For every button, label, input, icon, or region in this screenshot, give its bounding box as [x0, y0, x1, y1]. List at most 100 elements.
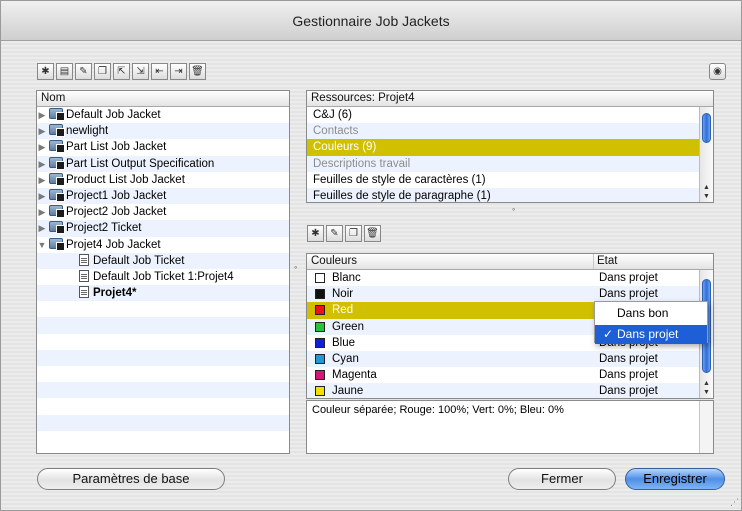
- help-icon[interactable]: ◉: [709, 63, 726, 80]
- tree-item-label: Project2 Job Jacket: [66, 206, 167, 219]
- resource-item[interactable]: C&J (6): [307, 107, 699, 123]
- resource-item[interactable]: Contacts: [307, 123, 699, 140]
- tree-empty-row: [37, 317, 289, 334]
- tree-item-label: Project2 Ticket: [66, 222, 142, 235]
- color-name: Blanc: [332, 272, 361, 284]
- resources-scroll-arrows[interactable]: ▲ ▼: [700, 183, 713, 201]
- tree-item[interactable]: ▶ Project2 Job Jacket: [37, 204, 289, 220]
- color-row[interactable]: CyanDans projet⬍: [307, 350, 706, 368]
- new-ticket-icon[interactable]: ▤: [56, 63, 73, 80]
- disclosure-closed-icon[interactable]: ▶: [37, 107, 47, 123]
- popup-option[interactable]: Dans bon: [595, 304, 707, 323]
- tree-item[interactable]: Default Job Ticket: [37, 252, 289, 269]
- tree-empty-row: [37, 382, 289, 399]
- tree-item[interactable]: ▶ Default Job Jacket: [37, 107, 289, 123]
- resource-item[interactable]: Descriptions travail: [307, 155, 699, 172]
- color-row[interactable]: MagentaDans projet⬍: [307, 367, 706, 383]
- color-name: Green: [332, 320, 364, 333]
- tree-item[interactable]: ▶ newlight: [37, 123, 289, 140]
- color-swatch: [315, 386, 325, 397]
- description-scrollbar[interactable]: [699, 401, 713, 453]
- resize-grip[interactable]: ⋰: [730, 497, 739, 508]
- edit-color-icon[interactable]: ✎: [326, 225, 343, 242]
- tree-item[interactable]: ▶ Product List Job Jacket: [37, 172, 289, 188]
- disclosure-closed-icon[interactable]: ▶: [37, 204, 47, 220]
- disclosure-closed-icon[interactable]: ▶: [37, 172, 47, 188]
- new-job-jacket-icon[interactable]: ✱: [37, 63, 54, 80]
- tree-item[interactable]: Projet4*: [37, 285, 289, 302]
- column-divider: [593, 254, 594, 269]
- close-file-icon[interactable]: ⇲: [132, 63, 149, 80]
- color-name: Jaune: [332, 385, 364, 398]
- duplicate-color-icon[interactable]: ❐: [345, 225, 362, 242]
- color-name: Noir: [332, 288, 354, 301]
- delete-icon[interactable]: 🗑: [189, 63, 206, 80]
- duplicate-icon[interactable]: ❐: [94, 63, 111, 80]
- vertical-splitter[interactable]: ◦: [294, 262, 297, 272]
- color-swatch: [315, 353, 325, 364]
- job-jacket-icon: [49, 237, 65, 251]
- tree-item-label: Projet4*: [93, 287, 137, 300]
- tree-item[interactable]: ▼ Projet4 Job Jacket: [37, 237, 289, 253]
- delete-color-icon[interactable]: 🗑: [364, 225, 381, 242]
- tree-item[interactable]: ▶ Project1 Job Jacket: [37, 187, 289, 205]
- color-swatch: [315, 289, 325, 300]
- job-jacket-icon: [49, 140, 65, 154]
- job-jacket-icon: [49, 221, 65, 235]
- color-swatch: [315, 321, 325, 332]
- export-icon[interactable]: ⇥: [170, 63, 187, 80]
- new-color-icon[interactable]: ✱: [307, 225, 324, 242]
- color-state[interactable]: Dans projet: [599, 351, 658, 367]
- disclosure-closed-icon[interactable]: ▶: [37, 156, 47, 172]
- close-button[interactable]: Fermer: [508, 468, 616, 490]
- color-state[interactable]: Dans projet: [599, 286, 658, 302]
- colors-toolbar: ✱ ✎ ❐ 🗑: [307, 225, 381, 242]
- tree-item[interactable]: ▶ Project2 Ticket: [37, 220, 289, 237]
- job-jacket-icon: [49, 156, 65, 170]
- color-state[interactable]: Dans projet: [599, 367, 658, 383]
- resources-body: C&J (6) Contacts Couleurs (9) Descriptions …: [307, 107, 699, 202]
- disclosure-closed-icon[interactable]: ▶: [37, 139, 47, 155]
- tree-item[interactable]: ▶ Part List Output Specification: [37, 155, 289, 172]
- popup-option[interactable]: ✓ Dans projet: [595, 325, 707, 344]
- job-jacket-icon: [49, 205, 65, 219]
- colors-scroll-arrows[interactable]: ▲ ▼: [700, 379, 713, 397]
- edit-icon[interactable]: ✎: [75, 63, 92, 80]
- save-button[interactable]: Enregistrer: [625, 468, 725, 490]
- tree-item-label: Part List Job Jacket: [66, 141, 167, 154]
- window-title: Gestionnaire Job Jackets: [1, 1, 741, 41]
- import-icon[interactable]: ⇤: [151, 63, 168, 80]
- color-row[interactable]: BlancDans projet⬍: [307, 270, 706, 286]
- tree-empty-row: [37, 366, 289, 382]
- resources-header: Ressources: Projet4: [307, 91, 713, 107]
- popup-option-label: Dans bon: [617, 306, 669, 320]
- color-state[interactable]: Dans projet: [599, 383, 658, 398]
- state-popup-menu: Dans bon ✓ Dans projet: [594, 301, 708, 344]
- color-state[interactable]: Dans projet: [599, 270, 658, 286]
- checkmark-icon: ✓: [603, 327, 614, 341]
- color-swatch: [315, 337, 325, 348]
- state-column-header[interactable]: Etat: [597, 254, 617, 269]
- horizontal-splitter[interactable]: ◦: [512, 204, 515, 214]
- disclosure-closed-icon[interactable]: ▶: [37, 220, 47, 236]
- open-icon[interactable]: ⇱: [113, 63, 130, 80]
- resource-item[interactable]: Couleurs (9): [307, 139, 699, 156]
- disclosure-closed-icon[interactable]: ▶: [37, 123, 47, 139]
- tree-empty-row: [37, 334, 289, 350]
- resource-item[interactable]: Feuilles de style de paragraphe (1): [307, 187, 699, 202]
- job-jackets-tree: Nom ▶ Default Job Jacket ▶ newlight ▶ Part Li…: [36, 90, 290, 454]
- base-settings-button[interactable]: Paramètres de base: [37, 468, 225, 490]
- disclosure-open-icon[interactable]: ▼: [37, 237, 47, 253]
- disclosure-closed-icon[interactable]: ▶: [37, 188, 47, 204]
- colors-column-header[interactable]: Couleurs: [311, 255, 357, 267]
- resources-scrollbar[interactable]: ▲ ▼: [699, 107, 713, 202]
- resources-scroll-thumb[interactable]: [702, 113, 711, 143]
- resource-item[interactable]: Feuilles de style de caractères (1): [307, 172, 699, 188]
- job-jacket-icon: [49, 188, 65, 202]
- tree-item-label: Default Job Ticket: [93, 254, 185, 267]
- color-row[interactable]: NoirDans projet⬍: [307, 286, 706, 303]
- tree-empty-row: [37, 398, 289, 414]
- tree-item[interactable]: Default Job Ticket 1:Projet4: [37, 269, 289, 285]
- color-row[interactable]: JauneDans projet⬍: [307, 383, 706, 398]
- tree-item[interactable]: ▶ Part List Job Jacket: [37, 139, 289, 155]
